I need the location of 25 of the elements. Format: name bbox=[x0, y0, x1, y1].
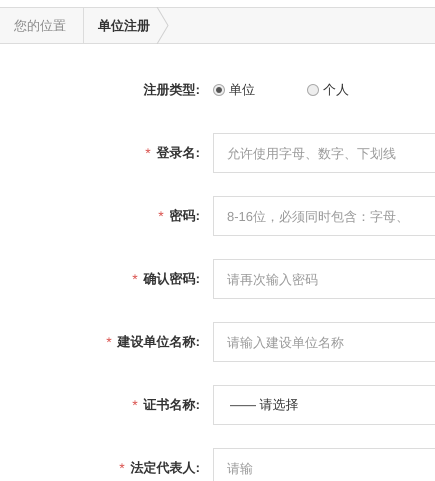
text-field[interactable]: 请再次输入密码 bbox=[213, 259, 435, 299]
field-label: 建设单位名称: bbox=[118, 333, 200, 352]
required-asterisk: * bbox=[132, 396, 138, 414]
breadcrumb-label: 您的位置 bbox=[0, 8, 84, 43]
required-asterisk: * bbox=[119, 458, 125, 478]
radio-option[interactable]: 个人 bbox=[307, 80, 401, 100]
select-field[interactable]: —— 请选择 bbox=[213, 385, 435, 425]
text-field[interactable]: 允许使用字母、数字、下划线 bbox=[213, 133, 435, 173]
radio-button[interactable] bbox=[213, 84, 225, 96]
required-asterisk: * bbox=[158, 206, 164, 226]
required-asterisk: * bbox=[132, 270, 138, 288]
required-asterisk: * bbox=[106, 332, 112, 352]
text-field[interactable]: 8-16位，必须同时包含：字母、 bbox=[213, 196, 435, 236]
radio-option[interactable]: 单位 bbox=[213, 80, 307, 100]
field-label: 证书名称: bbox=[144, 396, 200, 414]
required-asterisk: * bbox=[145, 144, 151, 162]
text-field[interactable]: 请输入建设单位名称 bbox=[213, 322, 435, 362]
field-label: 确认密码: bbox=[144, 270, 200, 288]
text-field[interactable]: 请输 bbox=[213, 448, 435, 481]
radio-button[interactable] bbox=[307, 84, 319, 96]
field-label: 密码: bbox=[170, 207, 200, 226]
field-label: 法定代表人: bbox=[130, 459, 200, 478]
field-label: 注册类型: bbox=[144, 81, 200, 100]
breadcrumb-current[interactable]: 单位注册 bbox=[98, 16, 150, 36]
field-label: 登录名: bbox=[156, 144, 200, 162]
